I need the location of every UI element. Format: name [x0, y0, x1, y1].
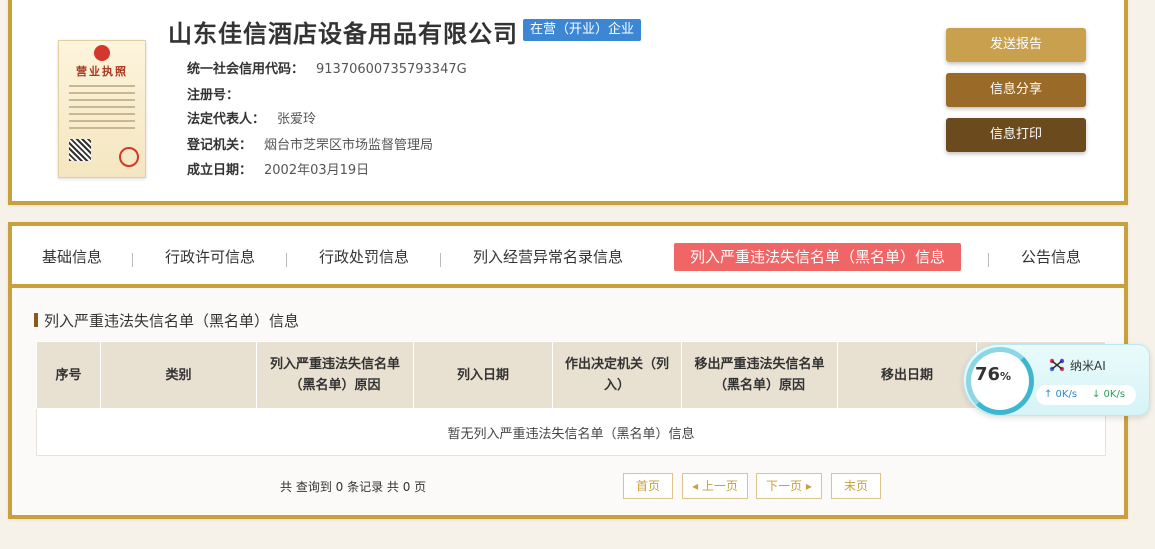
- seal-icon: [119, 147, 139, 167]
- tab-administrative-penalty[interactable]: 行政处罚信息: [319, 243, 409, 271]
- section-title: 列入严重违法失信名单（黑名单）信息: [34, 310, 299, 331]
- column-header: 列入严重违法失信名单（黑名单）原因: [256, 341, 414, 409]
- company-header-card: 营业执照 山东佳信酒店设备用品有限公司 在营（开业）企业 统一社会信用代码： 91…: [8, 0, 1128, 205]
- legal-representative-row: 法定代表人： 张爱玲: [187, 108, 316, 127]
- detail-panel: 基础信息 行政许可信息 行政处罚信息 列入经营异常名录信息 列入严重违法失信名单…: [8, 222, 1128, 519]
- license-text-lines: [69, 85, 135, 134]
- table-header-row: 序号 类别 列入严重违法失信名单（黑名单）原因 列入日期 作出决定机关（列入） …: [36, 341, 1106, 409]
- tab-announcements[interactable]: 公告信息: [1021, 243, 1081, 271]
- column-header: 类别: [100, 341, 257, 409]
- credit-code-row: 统一社会信用代码： 91370600735793347G: [187, 58, 467, 77]
- column-header: 作出决定机关（列入）: [552, 341, 682, 409]
- qr-code-icon: [69, 139, 91, 161]
- tab-divider: [440, 253, 441, 267]
- status-badge: 在营（开业）企业: [523, 19, 642, 41]
- previous-page-button[interactable]: ◂ 上一页: [682, 473, 748, 499]
- tab-divider: [286, 253, 287, 267]
- registration-number-label: 注册号：: [187, 88, 240, 103]
- tab-administrative-license[interactable]: 行政许可信息: [165, 243, 255, 271]
- next-page-button[interactable]: 下一页 ▸: [756, 473, 822, 499]
- established-date-value: 2002年03月19日: [264, 163, 370, 178]
- record-count-summary: 共 查询到 0 条记录 共 0 页: [280, 480, 427, 494]
- memory-usage-value: 76: [974, 364, 1001, 385]
- registration-authority-value: 烟台市芝罘区市场监督管理局: [264, 138, 434, 153]
- tab-content: 列入严重违法失信名单（黑名单）信息 序号 类别 列入严重违法失信名单（黑名单）原…: [12, 288, 1124, 515]
- tab-divider: [988, 253, 989, 267]
- established-date-label: 成立日期：: [187, 163, 253, 178]
- legal-representative-value: 张爱玲: [277, 112, 317, 127]
- print-info-button[interactable]: 信息打印: [946, 118, 1086, 152]
- company-name: 山东佳信酒店设备用品有限公司: [168, 20, 518, 48]
- send-report-button[interactable]: 发送报告: [946, 28, 1086, 62]
- tab-basic-info[interactable]: 基础信息: [42, 243, 102, 271]
- registration-authority-row: 登记机关： 烟台市芝罘区市场监督管理局: [187, 134, 433, 153]
- tab-bar: 基础信息 行政许可信息 行政处罚信息 列入经营异常名录信息 列入严重违法失信名单…: [12, 226, 1124, 288]
- tab-divider: [132, 253, 133, 267]
- license-title: 营业执照: [76, 65, 128, 78]
- upload-speed: ↑ 0K/s: [1044, 389, 1078, 400]
- column-header: 移出严重违法失信名单（黑名单）原因: [681, 341, 838, 409]
- last-page-button[interactable]: 末页: [831, 473, 881, 499]
- nano-ai-floating-widget[interactable]: 76% 纳米AI ↑ 0K/s ↓ 0K/s: [963, 344, 1150, 416]
- nano-ai-label: 纳米AI: [1070, 359, 1106, 373]
- section-title-text: 列入严重违法失信名单（黑名单）信息: [44, 312, 300, 330]
- registration-authority-label: 登记机关：: [187, 138, 253, 153]
- tab-abnormal-operation-list[interactable]: 列入经营异常名录信息: [473, 243, 623, 271]
- section-marker: [34, 313, 38, 327]
- column-header: 移出日期: [837, 341, 977, 409]
- network-speed-panel: ↑ 0K/s ↓ 0K/s: [1036, 385, 1136, 405]
- download-speed: ↓ 0K/s: [1092, 389, 1126, 400]
- table-row: 暂无列入严重违法失信名单（黑名单）信息: [36, 408, 1106, 456]
- established-date-row: 成立日期： 2002年03月19日: [187, 159, 369, 178]
- share-info-button[interactable]: 信息分享: [946, 73, 1086, 107]
- percent-unit: %: [1000, 370, 1012, 383]
- column-header: 列入日期: [413, 341, 553, 409]
- first-page-button[interactable]: 首页: [623, 473, 673, 499]
- blacklist-table: 序号 类别 列入严重违法失信名单（黑名单）原因 列入日期 作出决定机关（列入） …: [36, 341, 1106, 456]
- credit-code-value: 91370600735793347G: [316, 62, 467, 77]
- business-license-image[interactable]: 营业执照: [58, 40, 146, 178]
- national-emblem-icon: [94, 45, 110, 61]
- column-header: 序号: [36, 341, 101, 409]
- registration-number-row: 注册号：: [187, 84, 251, 103]
- tab-serious-violation-blacklist[interactable]: 列入严重违法失信名单（黑名单）信息: [674, 243, 962, 271]
- credit-code-label: 统一社会信用代码：: [187, 62, 305, 77]
- memory-usage-percent: 76%: [964, 364, 1022, 385]
- nano-ai-logo-icon: [1049, 358, 1065, 372]
- empty-table-message: 暂无列入严重违法失信名单（黑名单）信息: [36, 408, 1106, 456]
- legal-representative-label: 法定代表人：: [187, 112, 266, 127]
